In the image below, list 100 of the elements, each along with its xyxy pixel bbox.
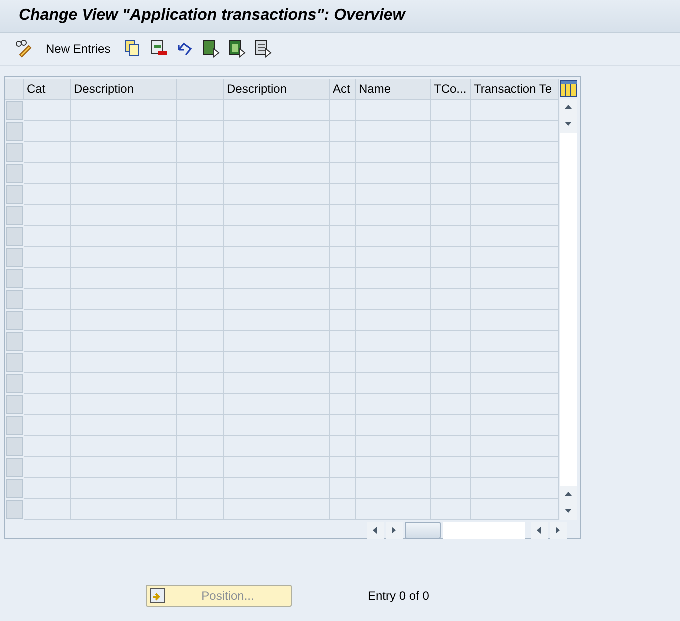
column-settings-icon[interactable] <box>558 79 578 99</box>
table-cell <box>330 352 356 373</box>
column-header[interactable]: Cat <box>24 79 71 100</box>
row-selector[interactable] <box>6 290 23 309</box>
table-cell <box>24 499 71 520</box>
table-cell <box>177 331 224 352</box>
row-selector[interactable] <box>6 458 23 477</box>
table-cell <box>330 205 356 226</box>
table-cell <box>431 415 471 436</box>
table-cell <box>177 289 224 310</box>
table-cell <box>177 163 224 184</box>
table-cell <box>431 352 471 373</box>
table-cell <box>431 268 471 289</box>
scroll-right-button[interactable] <box>550 522 567 539</box>
scroll-up-button[interactable] <box>560 99 577 116</box>
pencil-glasses-icon[interactable] <box>14 39 34 59</box>
row-selector[interactable] <box>6 185 23 204</box>
row-selector[interactable] <box>6 164 23 183</box>
column-header[interactable]: Description <box>71 79 177 100</box>
table-cell <box>177 247 224 268</box>
table-cell <box>24 247 71 268</box>
table-cell <box>431 499 471 520</box>
deselect-icon[interactable] <box>252 39 273 59</box>
column-header[interactable] <box>177 79 224 100</box>
table-cell <box>177 142 224 163</box>
row-selector[interactable] <box>6 353 23 372</box>
table-cell <box>431 457 471 478</box>
row-selector[interactable] <box>6 269 23 288</box>
row-selector[interactable] <box>6 416 23 435</box>
row-selector[interactable] <box>6 248 23 267</box>
table-cell <box>330 142 356 163</box>
table-cell <box>24 205 71 226</box>
table-cell <box>177 121 224 142</box>
table-cell <box>431 331 471 352</box>
row-selector[interactable] <box>6 437 23 456</box>
scroll-left-button[interactable] <box>367 522 384 539</box>
table-cell <box>431 373 471 394</box>
scroll-up-button[interactable] <box>560 486 577 503</box>
table-cell <box>330 436 356 457</box>
scroll-down-button[interactable] <box>560 503 577 520</box>
table-cell <box>177 184 224 205</box>
table-cell <box>24 268 71 289</box>
table-cell <box>431 121 471 142</box>
table-cell <box>177 268 224 289</box>
select-block-icon[interactable] <box>226 39 247 59</box>
table-cell <box>330 499 356 520</box>
table-cell <box>330 373 356 394</box>
row-selector[interactable] <box>6 311 23 330</box>
row-selector[interactable] <box>6 206 23 225</box>
column-header[interactable]: Name <box>356 79 431 100</box>
table-cell <box>431 478 471 499</box>
table-cell <box>24 415 71 436</box>
row-selector[interactable] <box>6 332 23 351</box>
table-cell <box>177 100 224 121</box>
table-cell <box>330 268 356 289</box>
row-selector[interactable] <box>6 500 23 519</box>
table-cell <box>177 436 224 457</box>
row-selector[interactable] <box>6 143 23 162</box>
table-cell <box>431 247 471 268</box>
column-header[interactable]: Act <box>330 79 356 100</box>
row-selector[interactable] <box>6 395 23 414</box>
table-cell <box>24 226 71 247</box>
column-header[interactable]: Transaction Te <box>471 79 559 100</box>
table-cell <box>431 163 471 184</box>
table-cell <box>24 436 71 457</box>
scroll-thumb[interactable] <box>405 522 441 539</box>
table-cell <box>24 373 71 394</box>
table-cell <box>330 163 356 184</box>
table-cell <box>431 205 471 226</box>
new-entries-button[interactable]: New Entries <box>40 42 117 56</box>
table-cell <box>24 100 71 121</box>
scroll-right-button[interactable] <box>386 522 403 539</box>
table-cell <box>177 310 224 331</box>
row-selector[interactable] <box>6 479 23 498</box>
table-cell <box>330 100 356 121</box>
table-cell <box>431 394 471 415</box>
table-cell <box>24 331 71 352</box>
select-all-icon[interactable] <box>200 39 221 59</box>
table-cell <box>177 394 224 415</box>
table-cell <box>330 226 356 247</box>
scroll-track[interactable] <box>443 522 525 539</box>
row-selector[interactable] <box>6 374 23 393</box>
column-header[interactable]: Description <box>224 79 330 100</box>
table-cell <box>330 415 356 436</box>
select-all-header[interactable] <box>5 79 24 100</box>
table-cell <box>24 121 71 142</box>
table-cell <box>177 457 224 478</box>
row-selector[interactable] <box>6 227 23 246</box>
table-cell <box>24 478 71 499</box>
scroll-down-button[interactable] <box>560 116 577 133</box>
table-cell <box>431 289 471 310</box>
column-header[interactable]: TCo... <box>431 79 471 100</box>
table-cell <box>177 205 224 226</box>
table-cell <box>24 310 71 331</box>
table-cell <box>330 394 356 415</box>
scroll-left-button[interactable] <box>531 522 548 539</box>
row-selector[interactable] <box>6 101 23 120</box>
row-selector[interactable] <box>6 122 23 141</box>
table-cell <box>431 436 471 457</box>
table-cell <box>330 478 356 499</box>
